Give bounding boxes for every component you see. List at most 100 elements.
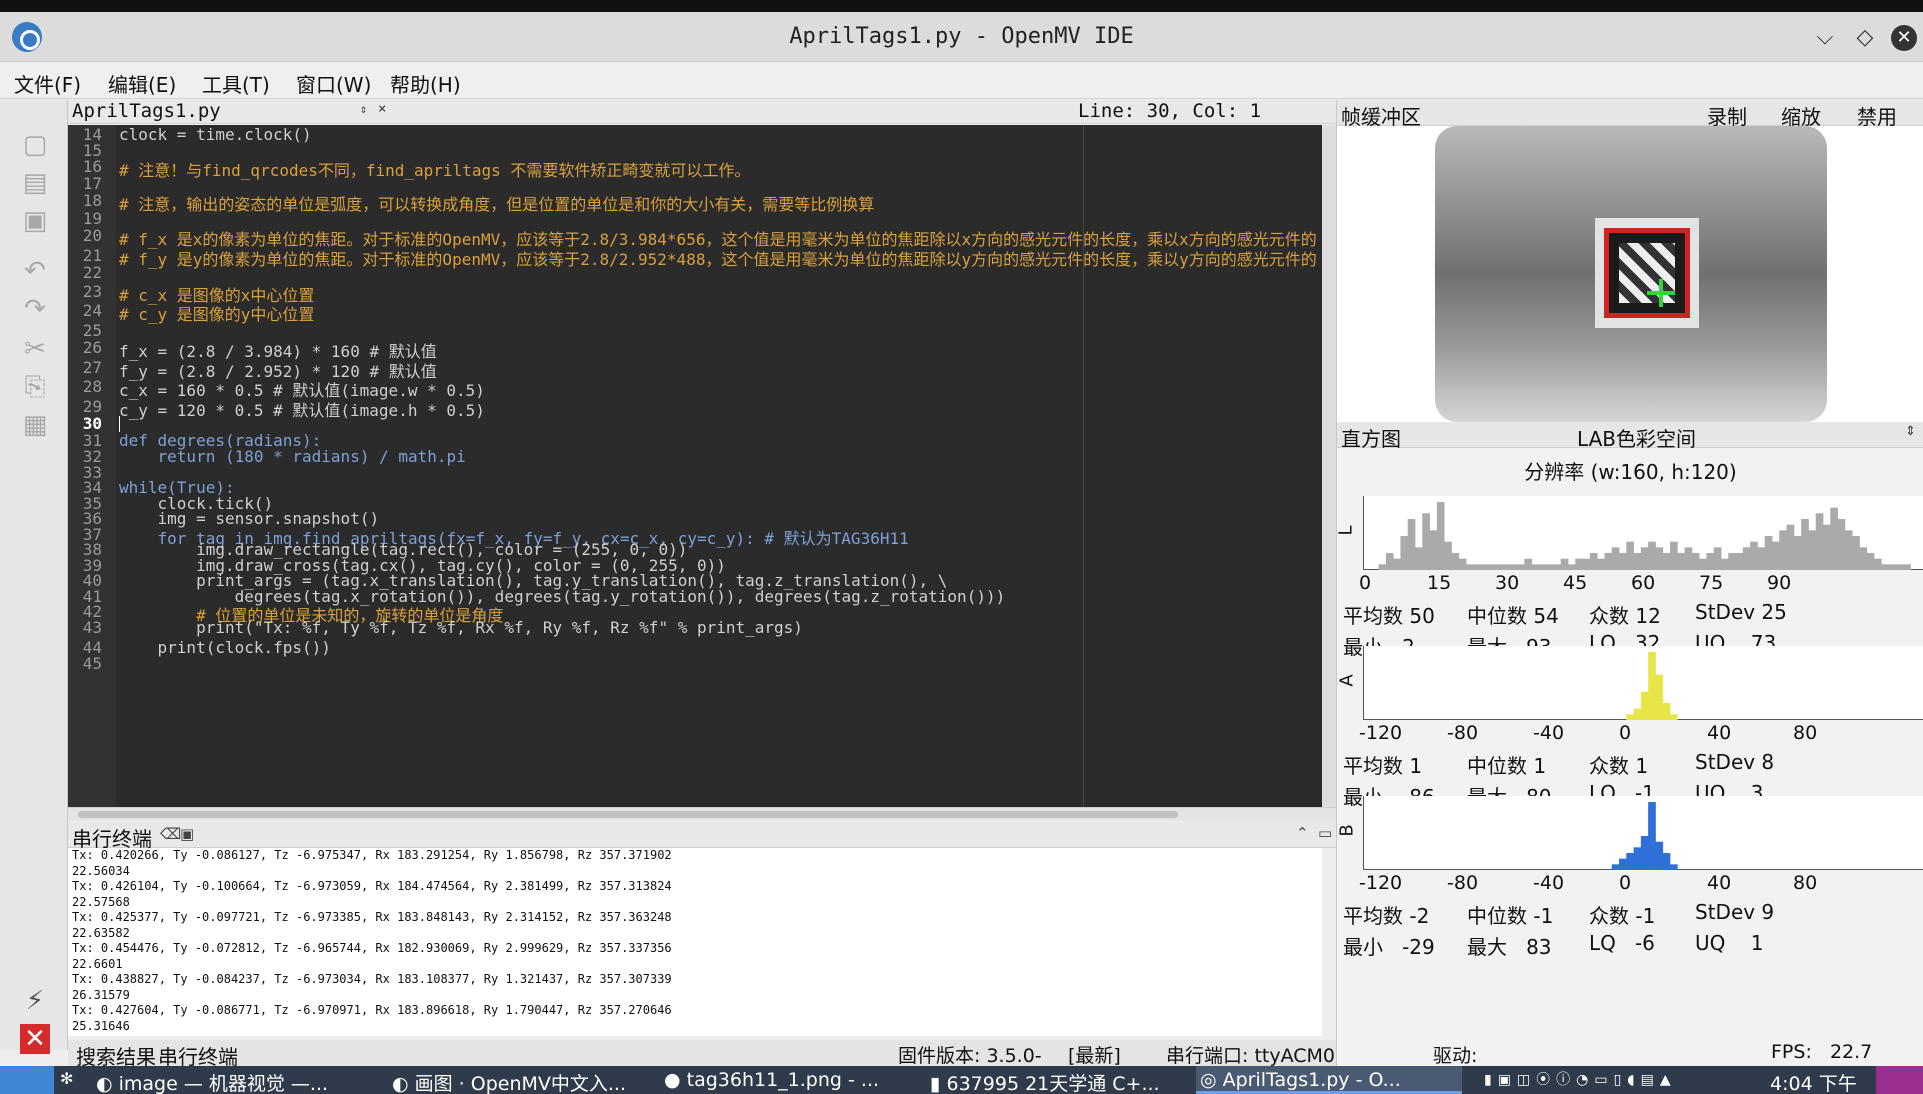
taskbar-item-openmv[interactable]: ◎ AprilTags1.py - O... [1200, 1069, 1401, 1091]
line-number: 28 [82, 377, 102, 396]
system-tray-icons[interactable]: ▮▣◫⦿ⓘ◔▭▯◖▤▲ [1484, 1069, 1677, 1089]
histogram-bin [1436, 502, 1445, 570]
colorspace-select[interactable]: LAB色彩空间 [1577, 423, 1696, 452]
histogram-bin [1422, 513, 1430, 570]
close-file-icon[interactable]: × [378, 101, 386, 117]
open-file-icon[interactable]: ▤ [20, 168, 50, 198]
code-line[interactable]: print(clock.fps()) [119, 638, 331, 657]
colorspace-dropdown-icon[interactable]: ⇕ [1905, 424, 1916, 439]
histogram-bin [1713, 547, 1722, 570]
file-switch-icon[interactable]: ⇕ [360, 102, 367, 116]
menu-window[interactable]: 窗口(W) [296, 69, 371, 98]
serial-port: 串行端口: ttyACM0 [1166, 1045, 1335, 1067]
minimize-icon[interactable]: ⌵ [1812, 25, 1838, 51]
serial-terminal-output[interactable]: Tx: 0.420266, Ty -0.086127, Tz -6.975347… [68, 848, 1322, 1036]
connect-icon[interactable]: ⚡ [20, 986, 50, 1016]
taskbar-item-paint[interactable]: ◐ 画图 · OpenMV中文入... [392, 1069, 626, 1094]
histogram-bin [1662, 703, 1671, 720]
code-line[interactable]: clock = time.clock() [119, 125, 312, 144]
frame-buffer-view[interactable] [1337, 126, 1923, 422]
firmware-latest-link[interactable]: [最新] [1068, 1041, 1121, 1068]
histogram-bin [1764, 536, 1773, 570]
undo-icon[interactable]: ↶ [20, 256, 50, 286]
taskbar-item-browser[interactable]: ◐ image — 机器视觉 —... [96, 1069, 328, 1094]
stop-icon[interactable]: ✕ [20, 1024, 50, 1054]
histogram-bin [1640, 691, 1649, 720]
fps-readout: FPS: 22.7 [1771, 1041, 1873, 1063]
menu-edit[interactable]: 编辑(E) [108, 69, 176, 98]
histogram-bin [1611, 864, 1620, 870]
driver-label: 驱动: [1433, 1045, 1478, 1066]
menu-tools[interactable]: 工具(T) [202, 69, 270, 98]
taskbar-item-book[interactable]: ▮ 637995 21天学通 C+... [930, 1069, 1160, 1094]
start-button[interactable] [0, 1066, 54, 1094]
histogram-tick-label: 0 [1359, 572, 1372, 594]
show-desktop-button[interactable] [1876, 1066, 1923, 1094]
histogram-bin [1407, 519, 1416, 570]
histogram-bin [1874, 558, 1882, 570]
histogram-channel-label: L [1336, 525, 1357, 536]
histogram-bin [1866, 553, 1875, 570]
openmv-ide-window: AprilTags1.py - OpenMV IDE ⌵ ◇ ✕ 文件(F) 编… [0, 0, 1923, 1094]
stat-mode: 众数 12 [1589, 604, 1661, 628]
terminal-float-icon[interactable]: ▭ [1318, 824, 1332, 842]
terminal-save-icon[interactable]: ▣ [180, 825, 194, 843]
editor-filename[interactable]: AprilTags1.py [72, 100, 221, 122]
terminal-collapse-icon[interactable]: ⌃ [1296, 824, 1309, 842]
histogram-bin [1757, 547, 1766, 570]
histogram-bin [1458, 558, 1467, 570]
histogram-tick-label: 80 [1793, 722, 1818, 744]
histogram-bin [1779, 530, 1787, 570]
histogram-bin [1684, 547, 1693, 570]
new-file-icon[interactable]: ▢ [20, 130, 50, 160]
stat-max: 最大 83 [1467, 935, 1552, 959]
terminal-line: 22.6601 [72, 956, 123, 971]
copy-icon[interactable]: ⎘ [20, 372, 50, 402]
maximize-icon[interactable]: ◇ [1852, 25, 1878, 51]
taskbar-settings-icon[interactable]: ✻ [60, 1069, 73, 1088]
histogram-bin [1640, 547, 1649, 570]
code-line[interactable]: # c_y 是图像的y中心位置 [119, 301, 314, 325]
histogram-bin [1888, 564, 1897, 570]
close-icon[interactable]: ✕ [1891, 25, 1917, 51]
histogram-bin [1575, 558, 1583, 570]
bottom-tab-bar: 搜索结果 串行终端 固件版本: 3.5.0- [最新] 串行端口: ttyACM… [68, 1040, 1336, 1069]
taskbar-clock[interactable]: 4:04 下午 [1770, 1069, 1857, 1094]
editor-vertical-scrollbar[interactable] [1322, 125, 1336, 807]
editor-hscroll-thumb[interactable] [78, 811, 1178, 818]
terminal-clear-icon[interactable]: ⌫ [160, 825, 181, 843]
stat-lq: LQ -6 [1589, 931, 1655, 955]
editor-horizontal-scrollbar[interactable] [68, 807, 1336, 821]
histogram-tick-label: 30 [1495, 572, 1520, 594]
code-line[interactable]: print("Tx: %f, Ty %f, Tz %f, Rx %f, Ry %… [119, 618, 803, 637]
code-line[interactable]: # 注意！与find_qrcodes不同，find_apriltags 不需要软… [119, 157, 750, 181]
histogram-title: 直方图 [1341, 427, 1401, 451]
menu-help[interactable]: 帮助(H) [390, 69, 461, 98]
code-line[interactable]: # 注意，输出的姿态的单位是弧度，可以转换成角度，但是位置的单位是和你的大小有关… [119, 191, 874, 215]
histogram-channel-label: B [1336, 824, 1358, 837]
code-editor[interactable]: 14 clock = time.clock() 15 16 # 注意！与find_qrc… [68, 125, 1322, 807]
histogram-bin [1597, 558, 1605, 570]
stat-median: 中位数 1 [1467, 754, 1547, 778]
histogram-bin [1699, 558, 1707, 570]
histogram-tick-label: 40 [1707, 872, 1732, 894]
histogram-tick-label: 80 [1793, 872, 1818, 894]
cut-icon[interactable]: ✂ [20, 334, 50, 364]
histogram-bin [1517, 564, 1525, 570]
histogram-bin [1378, 564, 1387, 570]
save-icon[interactable]: ▣ [20, 206, 50, 236]
menu-file[interactable]: 文件(F) [14, 69, 81, 98]
code-line[interactable]: return (180 * radians) / math.pi [119, 447, 466, 466]
histogram-bin [1626, 714, 1634, 720]
redo-icon[interactable]: ↷ [20, 294, 50, 324]
terminal-line: Tx: 0.454476, Ty -0.072812, Tz -6.965744… [72, 941, 672, 955]
stat-mean: 平均数 50 [1343, 604, 1435, 628]
code-line[interactable]: # f_y 是y的像素为单位的焦距。对于标准的OpenMV，应该等于2.8/2.… [119, 246, 1317, 270]
taskbar-item-image-label: tag36h11_1.png - ... [686, 1069, 880, 1091]
line-number: 24 [82, 301, 102, 320]
histogram-bin [1815, 513, 1824, 570]
paste-icon[interactable]: ▦ [20, 410, 50, 440]
taskbar-item-image[interactable]: ● tag36h11_1.png - ... [664, 1069, 879, 1091]
code-line[interactable]: c_y = 120 * 0.5 # 默认值(image.h * 0.5) [119, 397, 485, 421]
terminal-line: 22.57568 [72, 894, 130, 909]
